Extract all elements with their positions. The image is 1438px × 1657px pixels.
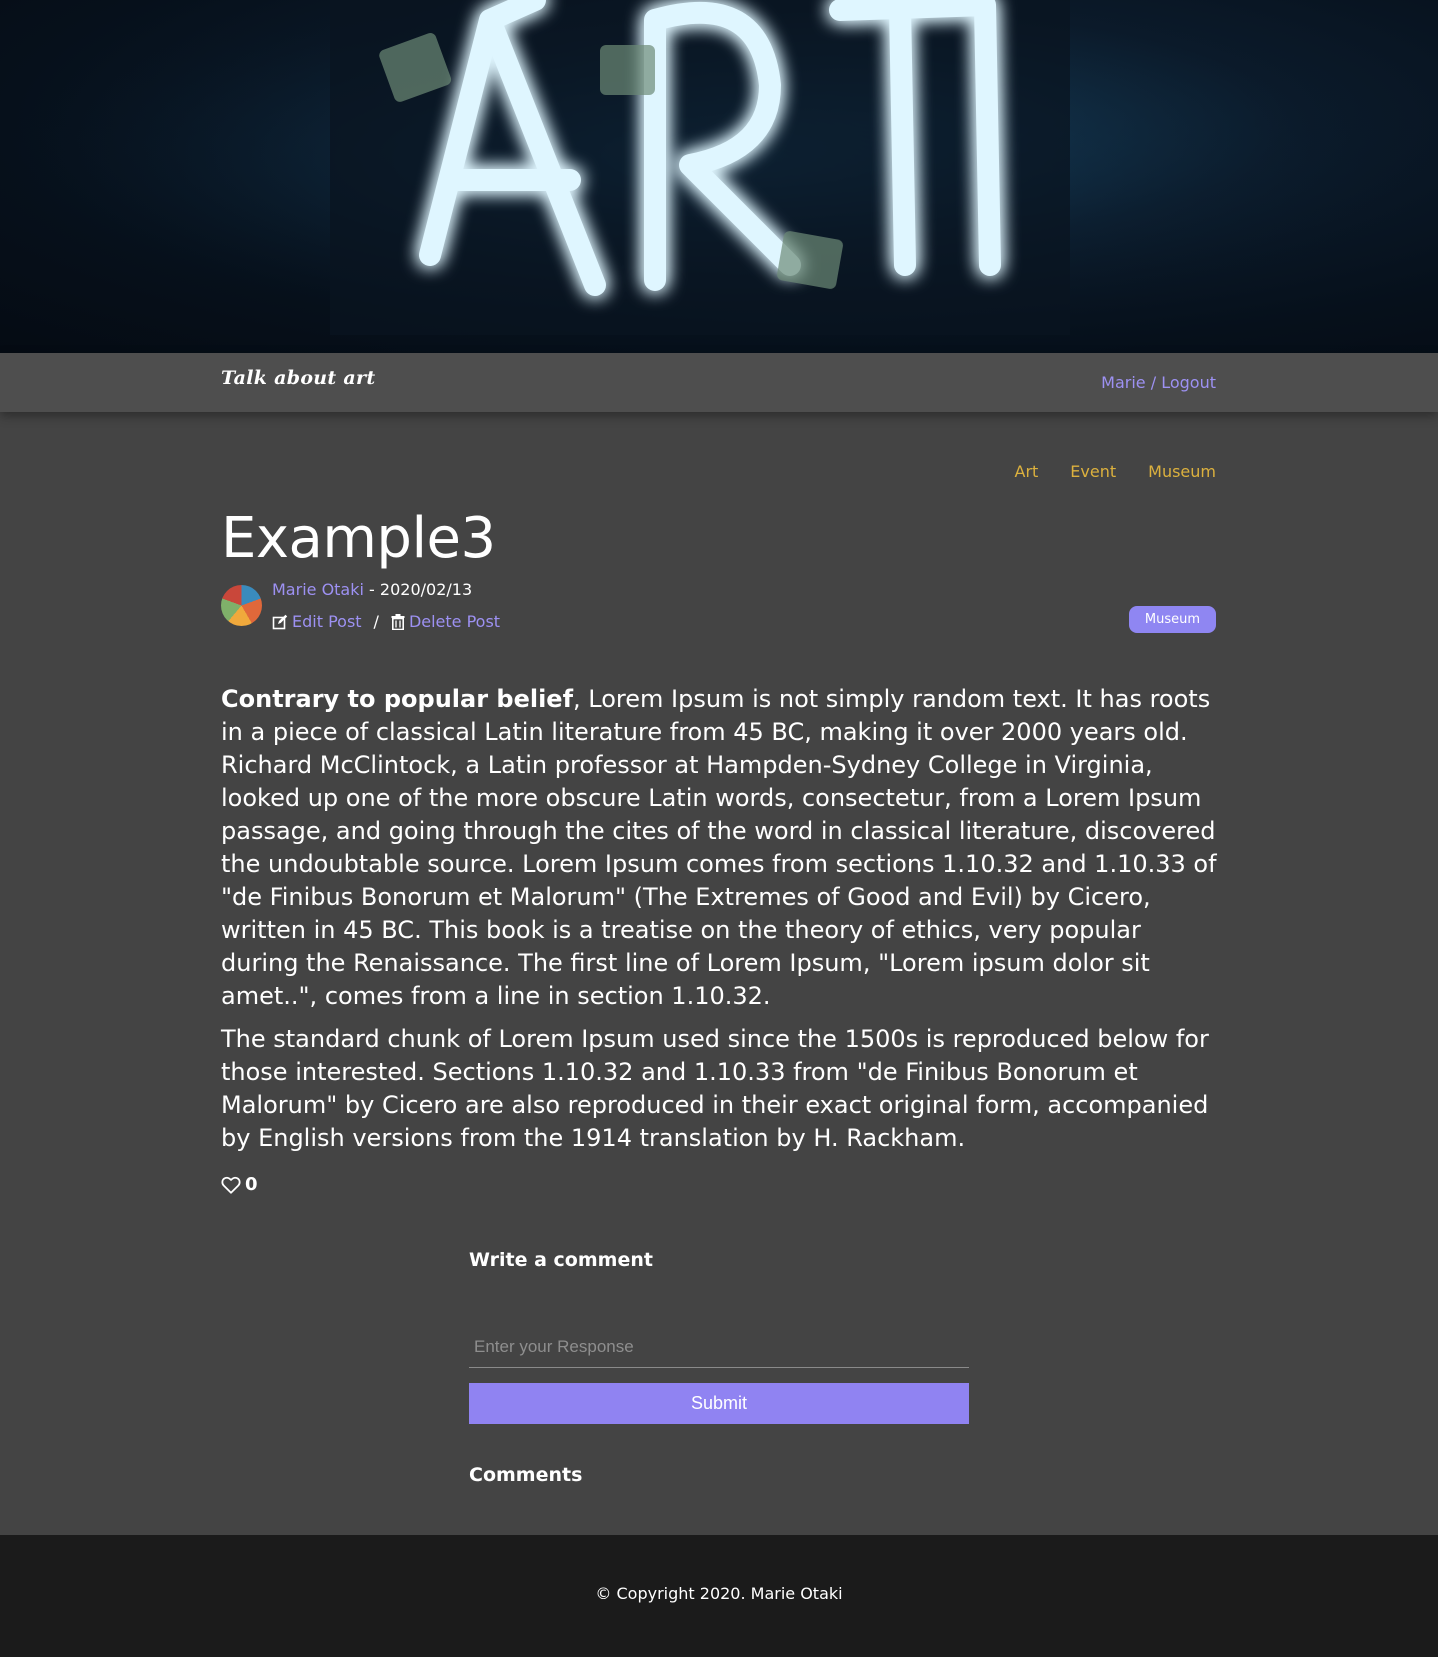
copyright-text: © Copyright 2020. Marie Otaki xyxy=(595,1584,843,1603)
post-paragraph-text: , Lorem Ipsum is not simply random text.… xyxy=(221,685,1217,1010)
edit-post-button[interactable]: Edit Post xyxy=(272,612,362,631)
author-link[interactable]: Marie Otaki xyxy=(272,580,364,599)
category-link-event[interactable]: Event xyxy=(1070,462,1116,481)
post-date: 2020/02/13 xyxy=(379,580,473,599)
category-nav: Art Event Museum xyxy=(1015,462,1217,481)
user-logout-link[interactable]: Marie / Logout xyxy=(1101,373,1216,392)
category-link-museum[interactable]: Museum xyxy=(1148,462,1216,481)
hero-banner xyxy=(0,0,1438,353)
action-separator: / xyxy=(373,612,379,631)
edit-icon xyxy=(272,614,288,629)
top-navbar: Talk about art Marie / Logout xyxy=(0,353,1438,412)
like-button[interactable]: 0 xyxy=(221,1174,258,1195)
heart-icon xyxy=(221,1176,241,1194)
post-body: Contrary to popular belief, Lorem Ipsum … xyxy=(221,683,1221,1165)
avatar xyxy=(221,585,262,626)
post-meta: Marie Otaki - 2020/02/13 xyxy=(272,580,472,599)
response-input[interactable] xyxy=(469,1326,969,1368)
like-count: 0 xyxy=(245,1174,258,1195)
post-paragraph: The standard chunk of Lorem Ipsum used s… xyxy=(221,1025,1209,1152)
write-comment-heading: Write a comment xyxy=(469,1249,653,1271)
post-title: Example3 xyxy=(221,506,496,571)
date-separator: - xyxy=(363,580,380,599)
footer: © Copyright 2020. Marie Otaki xyxy=(0,1535,1438,1657)
delete-post-label: Delete Post xyxy=(408,612,501,631)
delete-post-button[interactable]: Delete Post xyxy=(391,612,500,631)
post-paragraph: Contrary to popular belief, Lorem Ipsum … xyxy=(221,683,1221,1013)
site-brand[interactable]: Talk about art xyxy=(221,367,375,389)
submit-button[interactable]: Submit xyxy=(469,1383,969,1424)
post-lead-bold: Contrary to popular belief xyxy=(221,685,574,713)
post-actions: Edit Post / Delete Post xyxy=(272,612,500,631)
edit-post-label: Edit Post xyxy=(292,612,362,631)
neon-art-sign xyxy=(0,0,1438,353)
post-tag-badge[interactable]: Museum xyxy=(1128,606,1216,633)
category-link-art[interactable]: Art xyxy=(1015,462,1039,481)
trash-icon xyxy=(391,613,405,630)
comments-heading: Comments xyxy=(469,1464,583,1486)
